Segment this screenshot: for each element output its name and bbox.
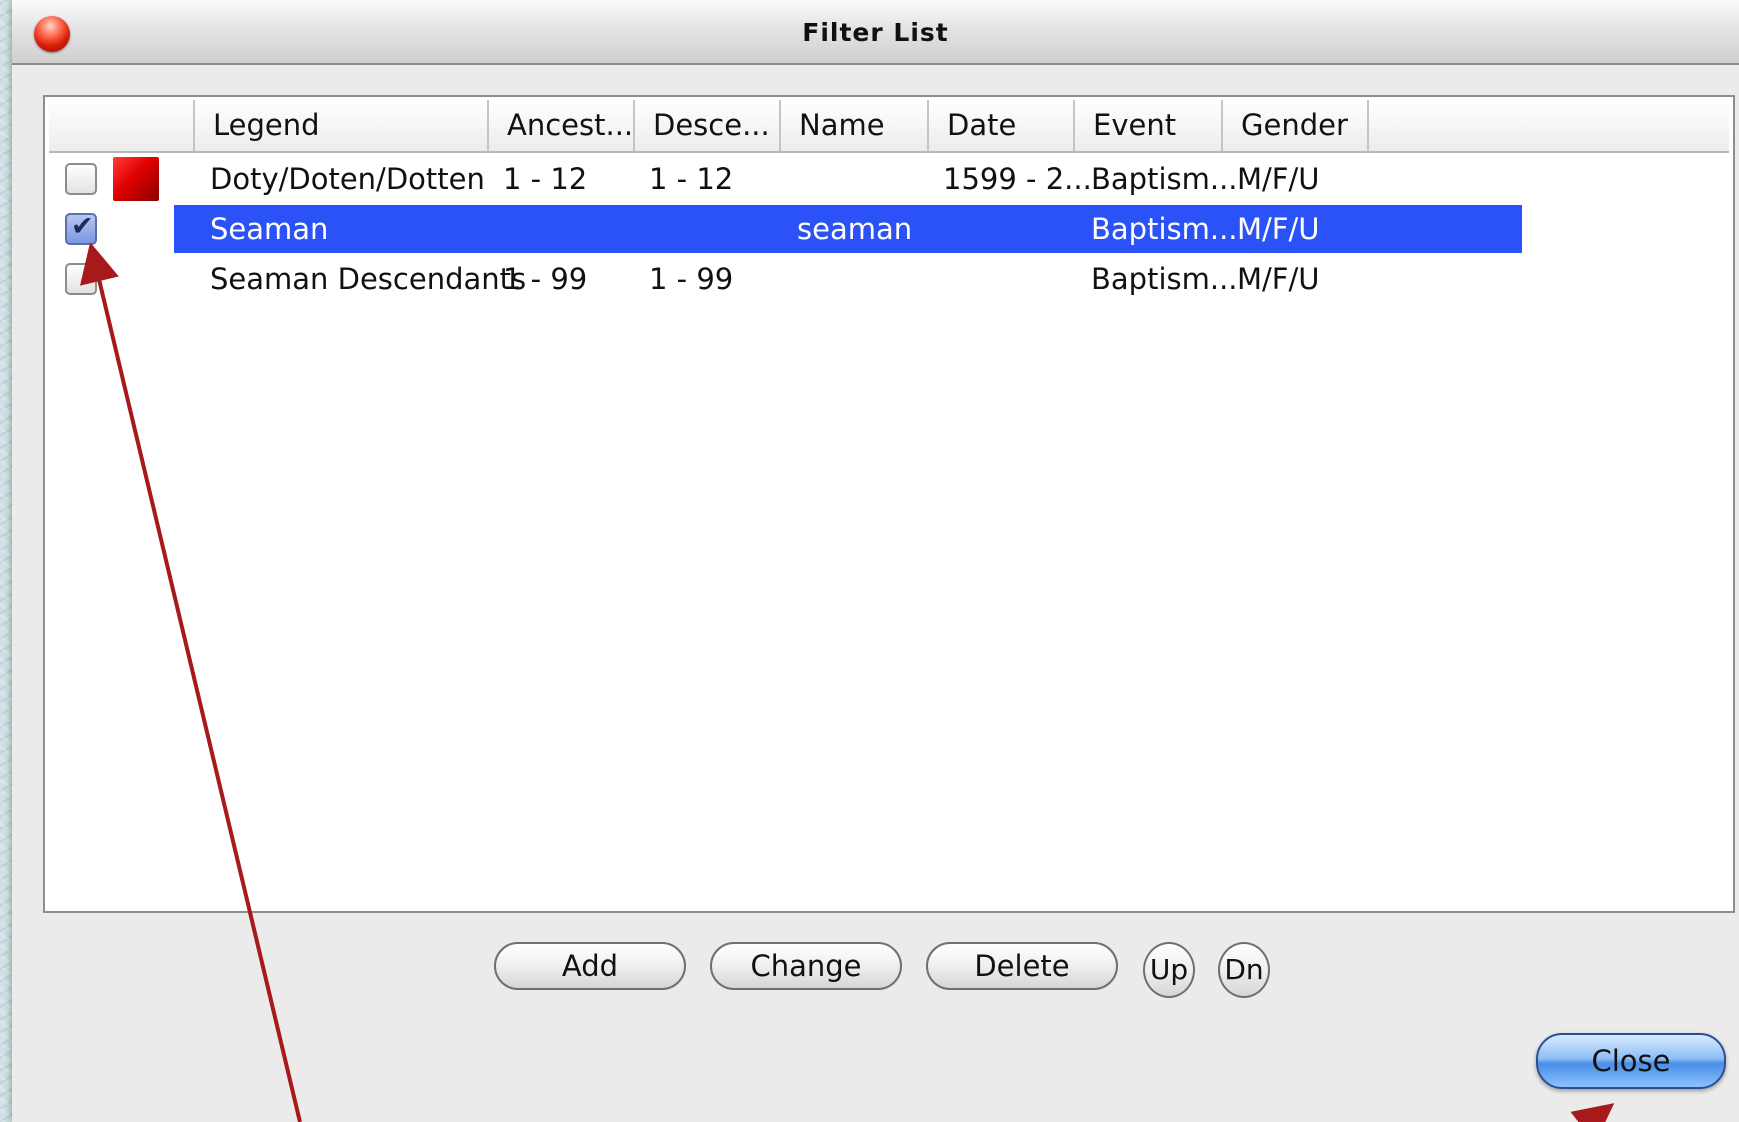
close-button[interactable]: Close bbox=[1536, 1033, 1726, 1089]
cell-legend: Seaman bbox=[210, 212, 329, 246]
cell-date: 1599 - 2... bbox=[943, 162, 1092, 196]
row-enable-checkbox[interactable] bbox=[65, 263, 97, 295]
table-row[interactable]: Doty/Doten/Dotten 1 - 12 1 - 12 1599 - 2… bbox=[45, 154, 1733, 204]
column-header-legend[interactable]: Legend bbox=[195, 100, 489, 151]
column-header-ancestors[interactable]: Ancest... bbox=[489, 100, 635, 151]
table-header: Legend Ancest... Desce... Name Date Even… bbox=[49, 100, 1729, 153]
cell-event: Baptism... bbox=[1091, 162, 1238, 196]
cell-event: Baptism... bbox=[1091, 212, 1238, 246]
title-bar[interactable]: Filter List bbox=[12, 0, 1739, 65]
row-enable-checkbox[interactable] bbox=[65, 163, 97, 195]
filter-list-window: Filter List Legend Ancest... Desce... Na… bbox=[12, 0, 1739, 1122]
column-header-name[interactable]: Name bbox=[781, 100, 929, 151]
legend-color-swatch bbox=[113, 157, 159, 201]
window-title: Filter List bbox=[802, 18, 949, 47]
cell-ancestors: 1 - 99 bbox=[503, 262, 588, 296]
column-header-date[interactable]: Date bbox=[929, 100, 1075, 151]
cell-gender: M/F/U bbox=[1237, 262, 1320, 296]
row-enable-checkbox[interactable] bbox=[65, 211, 97, 245]
column-header-descendants[interactable]: Desce... bbox=[635, 100, 781, 151]
cell-name: seaman bbox=[797, 212, 913, 246]
table-row-selected[interactable]: Seaman seaman Baptism... M/F/U bbox=[45, 204, 1733, 254]
cell-legend: Doty/Doten/Dotten bbox=[210, 162, 485, 196]
cell-gender: M/F/U bbox=[1237, 162, 1320, 196]
column-header-event[interactable]: Event bbox=[1075, 100, 1223, 151]
filter-list-table[interactable]: Legend Ancest... Desce... Name Date Even… bbox=[43, 95, 1735, 913]
cell-event: Baptism... bbox=[1091, 262, 1238, 296]
cell-gender: M/F/U bbox=[1237, 212, 1320, 246]
cell-ancestors: 1 - 12 bbox=[503, 162, 588, 196]
delete-button[interactable]: Delete bbox=[926, 942, 1118, 990]
cell-descendants: 1 - 12 bbox=[649, 162, 734, 196]
cell-descendants: 1 - 99 bbox=[649, 262, 734, 296]
column-header-gender[interactable]: Gender bbox=[1223, 100, 1369, 151]
table-row[interactable]: Seaman Descendants 1 - 99 1 - 99 Baptism… bbox=[45, 254, 1733, 304]
column-header-check bbox=[49, 100, 195, 151]
cell-legend: Seaman Descendants bbox=[210, 262, 527, 296]
move-down-button[interactable]: Dn bbox=[1218, 942, 1270, 998]
add-button[interactable]: Add bbox=[494, 942, 686, 990]
change-button[interactable]: Change bbox=[710, 942, 902, 990]
move-up-button[interactable]: Up bbox=[1143, 942, 1195, 998]
